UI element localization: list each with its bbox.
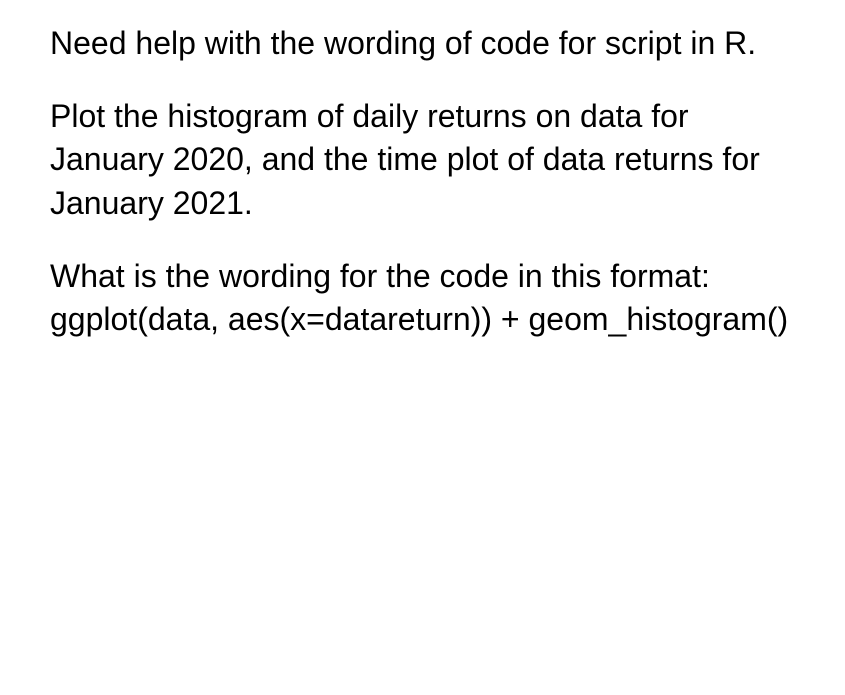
paragraph-intro: Need help with the wording of code for s…	[50, 22, 795, 65]
paragraph-question: What is the wording for the code in this…	[50, 255, 795, 341]
paragraph-task: Plot the histogram of daily returns on d…	[50, 95, 795, 225]
